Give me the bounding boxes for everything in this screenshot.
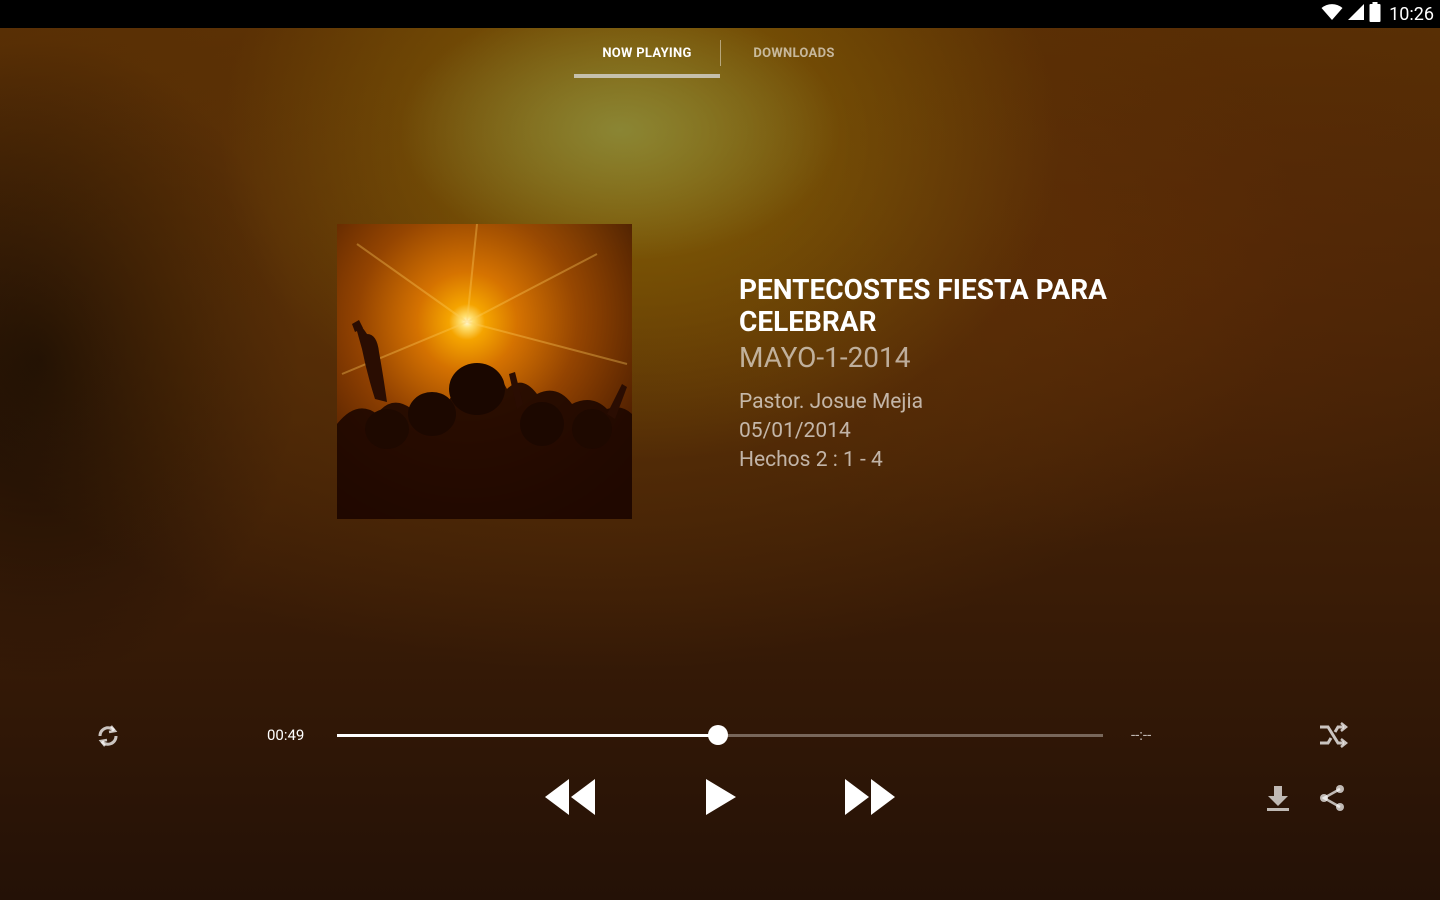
tab-downloads[interactable]: DOWNLOADS	[721, 28, 867, 78]
time-total: --:--	[1131, 726, 1152, 744]
wifi-icon	[1321, 3, 1343, 25]
cell-signal-icon	[1347, 3, 1365, 25]
seek-bar-progress	[337, 734, 718, 737]
play-icon	[705, 778, 737, 820]
track-speaker: Pastor. Josue Mejia	[739, 390, 923, 414]
track-date: 05/01/2014	[739, 419, 851, 443]
rewind-button[interactable]	[542, 776, 598, 822]
status-time: 10:26	[1389, 3, 1434, 25]
album-art	[337, 224, 632, 519]
tab-now-playing[interactable]: NOW PLAYING	[574, 28, 720, 78]
fast-forward-icon	[845, 779, 895, 819]
track-subtitle: MAYO-1-2014	[739, 341, 911, 374]
tab-bar: NOW PLAYING DOWNLOADS	[574, 28, 867, 78]
share-icon	[1318, 784, 1346, 816]
download-icon	[1264, 784, 1292, 816]
play-button[interactable]	[698, 774, 744, 824]
track-info: PENTECOSTES FIESTA PARA CELEBRAR MAYO-1-…	[739, 274, 1199, 475]
shuffle-button[interactable]	[1314, 718, 1352, 756]
repeat-icon	[94, 722, 122, 754]
seek-thumb[interactable]	[707, 725, 728, 745]
rewind-icon	[545, 779, 595, 819]
track-title: PENTECOSTES FIESTA PARA CELEBRAR	[739, 273, 1107, 338]
seek-bar[interactable]	[337, 725, 1103, 745]
shuffle-icon	[1318, 722, 1349, 752]
repeat-button[interactable]	[90, 720, 126, 756]
battery-icon	[1369, 2, 1381, 26]
now-playing-screen: 10:26 NOW PLAYING DOWNLOADS PENTECOSTES …	[0, 0, 1440, 900]
time-elapsed: 00:49	[267, 726, 305, 744]
share-button[interactable]	[1314, 782, 1350, 818]
status-icons: 10:26	[1321, 0, 1440, 28]
fast-forward-button[interactable]	[842, 776, 898, 822]
track-reference: Hechos 2 : 1 - 4	[739, 448, 883, 472]
status-bar: 10:26	[0, 0, 1440, 28]
download-button[interactable]	[1260, 782, 1296, 818]
track-meta: Pastor. Josue Mejia 05/01/2014 Hechos 2 …	[739, 388, 1199, 475]
